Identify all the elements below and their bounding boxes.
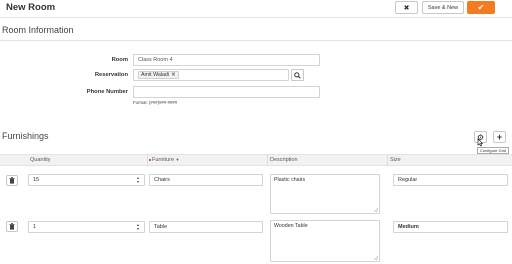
search-icon (294, 71, 301, 79)
check-icon: ✔ (477, 3, 485, 12)
trash-icon (9, 223, 15, 230)
column-separator (387, 155, 388, 166)
plus-icon: + (496, 132, 503, 142)
required-indicator (149, 158, 151, 161)
reservation-search-button[interactable] (291, 69, 304, 81)
room-value: Class Room 4 (138, 57, 173, 63)
description-textarea[interactable]: Wooden Table (270, 220, 380, 262)
sort-down-icon: ▼ (175, 157, 180, 162)
column-separator (147, 155, 148, 166)
resize-handle-icon[interactable] (374, 256, 378, 260)
delete-row-button[interactable] (6, 175, 18, 186)
description-textarea[interactable]: Plastic chairs (270, 174, 380, 214)
section-title-room-information: Room Information (2, 25, 74, 35)
divider (0, 17, 512, 18)
delete-row-button[interactable] (6, 221, 18, 232)
size-value: Medium (398, 224, 419, 230)
configure-grid-tooltip: Configure Grid (477, 147, 510, 154)
description-value: Plastic chairs (274, 177, 306, 183)
spinner-down-icon[interactable]: ▼ (136, 227, 139, 231)
section-title-furnishings: Furnishings (2, 131, 49, 141)
furniture-value: Chairs (154, 177, 170, 183)
description-value: Wooden Table (274, 223, 308, 229)
grid-header: Quantity Furniture ▼ Description Size (0, 154, 512, 166)
reservation-tag: Amit Waladi ✕ (138, 71, 179, 79)
close-icon: ✖ (403, 4, 410, 12)
quantity-stepper[interactable]: 1 (28, 221, 145, 233)
quantity-stepper[interactable]: 15 (28, 174, 145, 186)
spinner-down-icon[interactable]: ▼ (136, 180, 139, 184)
top-bar: New Room ✖ Save & New ✔ (0, 0, 512, 15)
save-button[interactable]: ✔ (467, 1, 495, 14)
reservation-tag-label: Amit Waladi (141, 72, 170, 78)
room-label: Room (111, 57, 128, 63)
furniture-field[interactable]: Chairs (149, 174, 263, 186)
column-header-furniture[interactable]: Furniture ▼ (149, 157, 180, 163)
quantity-spinner[interactable]: ▲ ▼ (135, 175, 141, 185)
room-field[interactable]: Class Room 4 (133, 54, 320, 66)
remove-tag-icon[interactable]: ✕ (171, 72, 176, 78)
close-button[interactable]: ✖ (395, 1, 418, 14)
quantity-value: 15 (33, 177, 40, 183)
phone-label: Phone Number (86, 89, 128, 95)
column-separator (267, 155, 268, 166)
add-row-button[interactable]: + (493, 131, 506, 143)
trash-icon (9, 177, 15, 184)
divider (0, 40, 512, 41)
column-header-size[interactable]: Size (390, 157, 401, 163)
phone-format-hint: Format: (###)###-#### (133, 100, 178, 105)
page-title: New Room (6, 2, 56, 13)
furniture-field[interactable]: Table (149, 221, 263, 233)
furniture-value: Table (154, 224, 168, 230)
cursor-icon (477, 138, 484, 147)
column-header-quantity[interactable]: Quantity (30, 157, 50, 163)
size-field[interactable]: Regular (393, 174, 508, 186)
size-value: Regular (398, 177, 418, 183)
quantity-value: 1 (33, 224, 37, 230)
phone-field[interactable] (133, 86, 320, 98)
size-field[interactable]: Medium (393, 221, 508, 233)
resize-handle-icon[interactable] (374, 208, 378, 212)
save-new-button[interactable]: Save & New (422, 1, 464, 14)
column-header-description[interactable]: Description (270, 157, 298, 163)
column-header-furniture-label: Furniture (152, 157, 175, 163)
reservation-field[interactable]: Amit Waladi ✕ (133, 69, 289, 81)
quantity-spinner[interactable]: ▲ ▼ (135, 222, 141, 232)
reservation-label: Reservation (94, 72, 128, 78)
